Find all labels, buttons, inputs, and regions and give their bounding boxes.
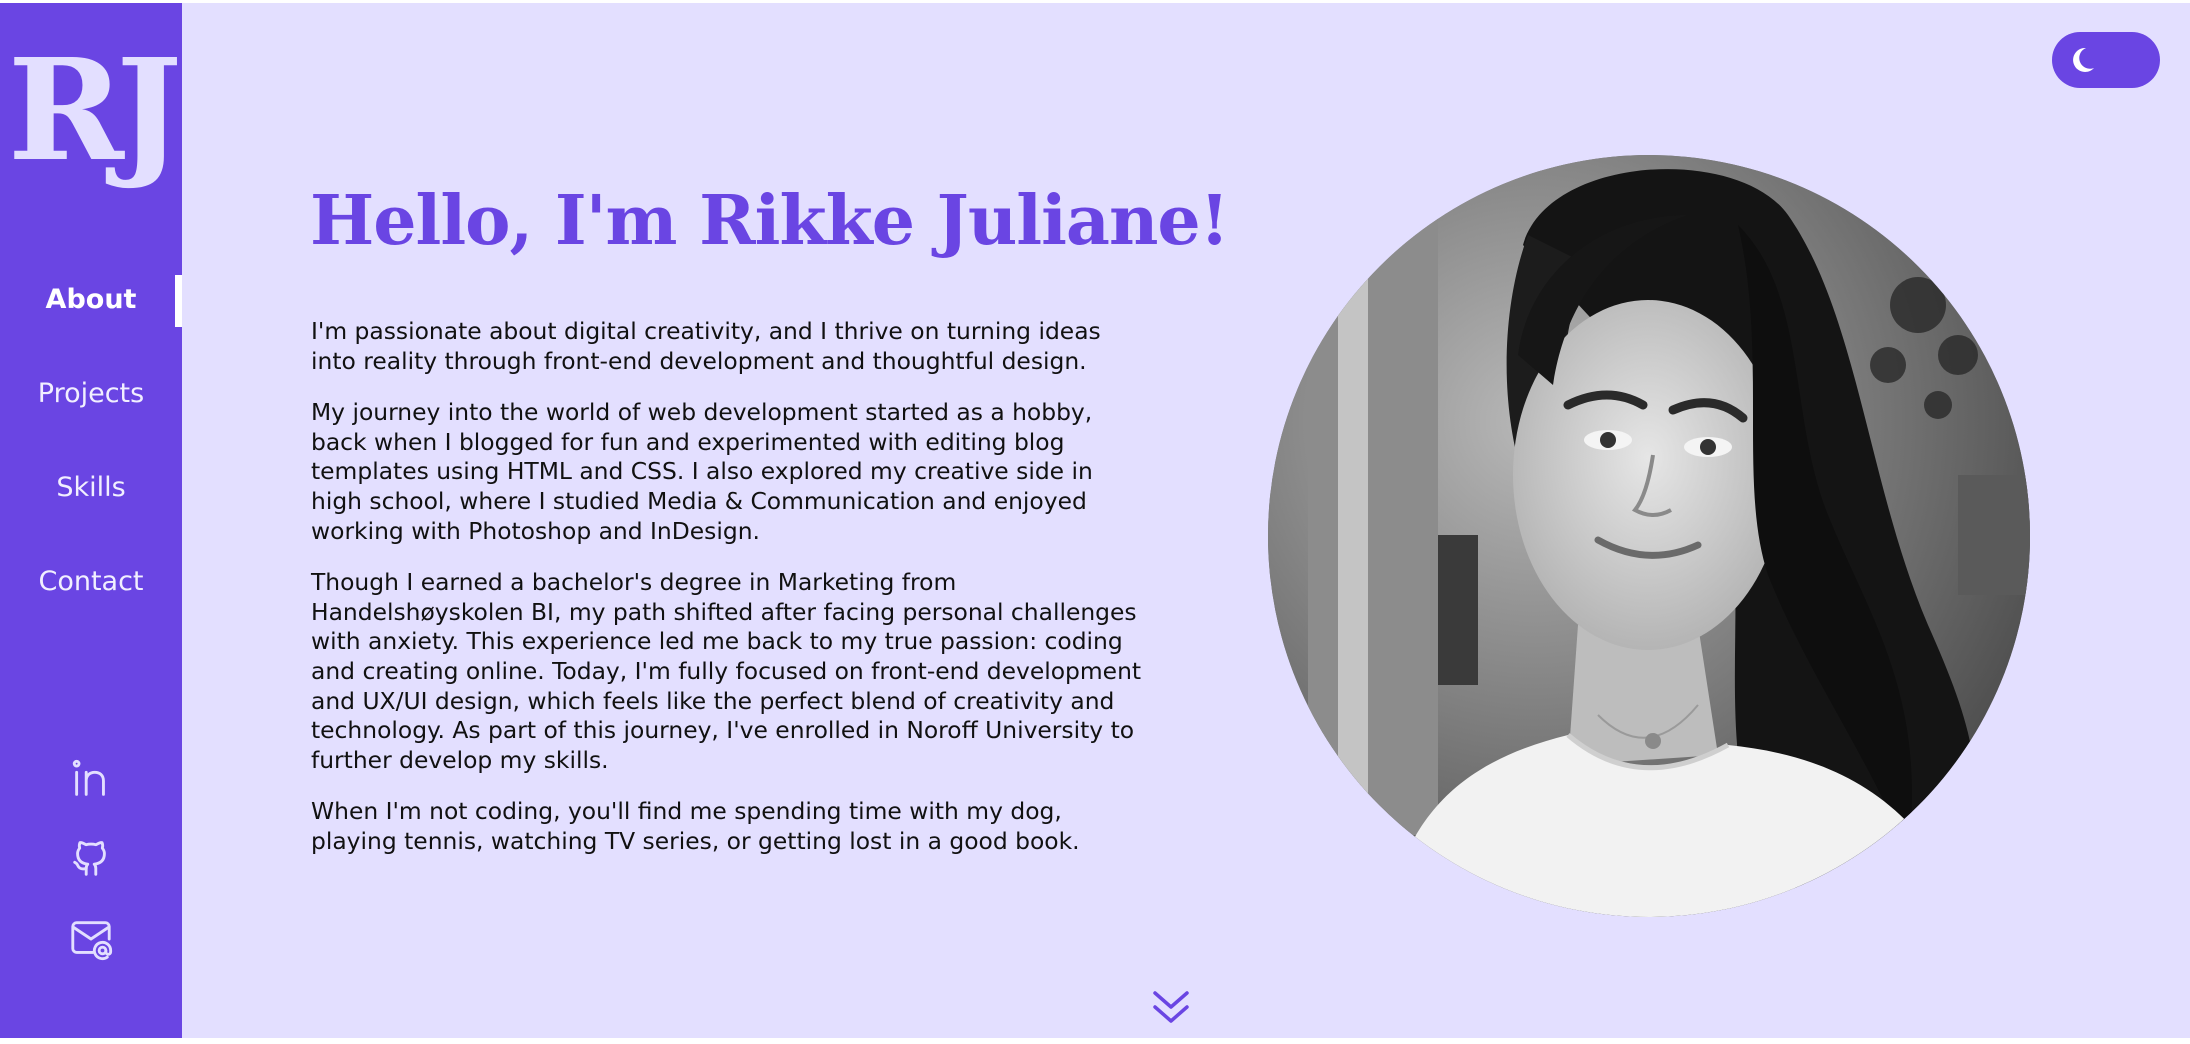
bio-paragraph: When I'm not coding, you'll find me spen…	[311, 797, 1080, 855]
bio-paragraph: My journey into the world of web develop…	[311, 398, 1093, 545]
bio-paragraph: I'm passionate about digital creativity,…	[311, 317, 1101, 375]
double-chevron-down-icon[interactable]	[1150, 985, 1192, 1027]
page: RJ About Projects Skills Contact Hello, …	[0, 3, 2190, 1038]
nav-item-about[interactable]: About	[0, 253, 182, 347]
main-nav: About Projects Skills Contact	[0, 253, 182, 629]
linkedin-icon[interactable]	[0, 756, 182, 802]
github-icon[interactable]	[0, 834, 182, 880]
nav-item-projects[interactable]: Projects	[0, 347, 182, 441]
logo[interactable]: RJ	[0, 41, 183, 181]
profile-photo	[1268, 155, 2030, 917]
nav-item-contact[interactable]: Contact	[0, 535, 182, 629]
sidebar: RJ About Projects Skills Contact	[0, 3, 182, 1038]
page-title: Hello, I'm Rikke Juliane!	[310, 181, 1230, 261]
theme-toggle[interactable]	[2052, 32, 2160, 88]
moon-icon	[2073, 47, 2094, 72]
bio-paragraph: Though I earned a bachelor's degree in M…	[311, 568, 1142, 774]
bio: I'm passionate about digital creativity,…	[311, 317, 1151, 879]
nav-item-skills[interactable]: Skills	[0, 441, 182, 535]
mail-icon[interactable]	[0, 916, 182, 962]
